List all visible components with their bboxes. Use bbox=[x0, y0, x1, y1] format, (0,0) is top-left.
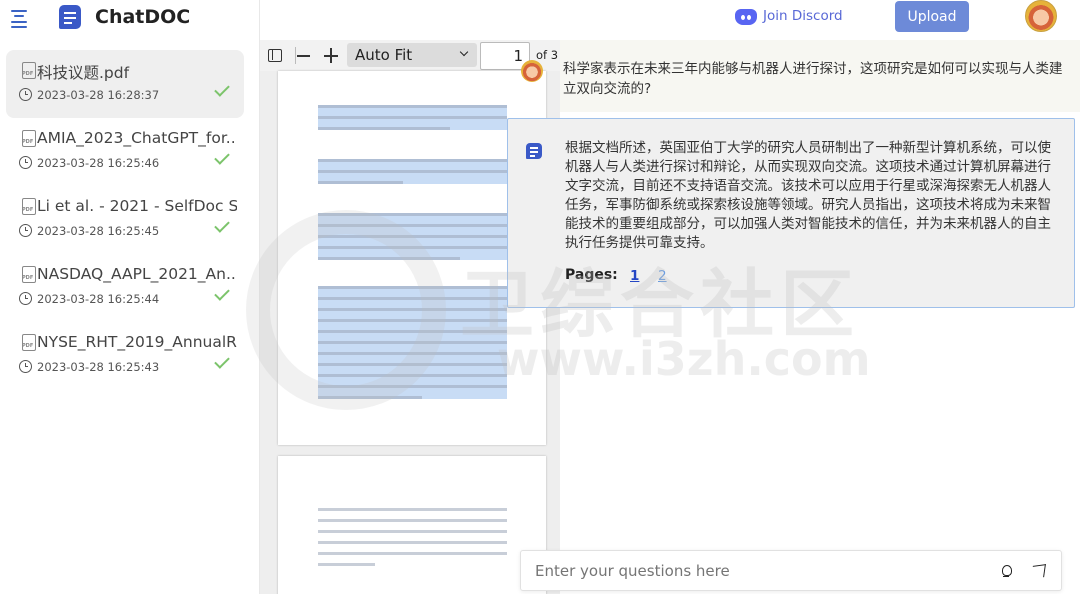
answer-text: 根据文档所述，英国亚伯丁大学的研究人员研制出了一种新型计算机系统，可以使机器人与… bbox=[565, 140, 1051, 251]
lightbulb-icon[interactable] bbox=[997, 562, 1015, 580]
document-item[interactable]: NYSE_RHT_2019_AnnualR... 2023-03-28 16:2… bbox=[6, 322, 244, 390]
pdf-file-icon bbox=[22, 266, 36, 283]
app-root: ChatDOC 科技议题.pdf 2023-03-28 16:28:37 AMI… bbox=[0, 0, 1080, 594]
document-time: 2023-03-28 16:25:43 bbox=[37, 360, 160, 374]
page-paragraph bbox=[318, 508, 507, 566]
check-icon bbox=[214, 217, 230, 233]
document-time: 2023-03-28 16:25:45 bbox=[37, 224, 160, 238]
document-item[interactable]: Li et al. - 2021 - SelfDoc S... 2023-03-… bbox=[6, 186, 244, 254]
zoom-select[interactable]: Auto Fit bbox=[347, 43, 477, 67]
chatdoc-logo-icon bbox=[59, 5, 81, 29]
pdf-file-icon bbox=[22, 62, 36, 79]
question-text: 科学家表示在未来三年内能够与机器人进行探讨，这项研究是如何可以实现与人类建立双向… bbox=[563, 61, 1063, 97]
question-input[interactable] bbox=[535, 559, 975, 583]
sidebar-toggle-icon[interactable] bbox=[268, 49, 282, 62]
send-icon[interactable] bbox=[1030, 562, 1048, 580]
toolbar-divider bbox=[295, 47, 296, 64]
pdf-file-icon bbox=[22, 334, 36, 351]
chevron-down-icon bbox=[459, 47, 469, 57]
highlighted-paragraph bbox=[318, 213, 507, 260]
clock-icon bbox=[19, 88, 32, 101]
pdf-page bbox=[278, 71, 546, 445]
check-icon bbox=[214, 285, 230, 301]
document-time: 2023-03-28 16:28:37 bbox=[37, 88, 160, 102]
highlighted-paragraph bbox=[318, 159, 507, 184]
clock-icon bbox=[19, 360, 32, 373]
pdf-file-icon bbox=[22, 130, 36, 147]
document-time: 2023-03-28 16:25:46 bbox=[37, 156, 160, 170]
document-name: AMIA_2023_ChatGPT_for... bbox=[37, 129, 237, 147]
check-icon bbox=[214, 149, 230, 165]
page-link-1[interactable]: 1 bbox=[630, 268, 639, 284]
pdf-file-icon bbox=[22, 198, 36, 215]
highlighted-paragraph bbox=[318, 286, 507, 399]
page-link-2[interactable]: 2 bbox=[658, 268, 667, 284]
bot-answer: 根据文档所述，英国亚伯丁大学的研究人员研制出了一种新型计算机系统，可以使机器人与… bbox=[507, 118, 1075, 308]
menu-icon[interactable] bbox=[11, 10, 27, 28]
brand-bar: ChatDOC bbox=[0, 0, 260, 40]
user-avatar-small bbox=[521, 60, 543, 82]
check-icon bbox=[214, 81, 230, 97]
document-item[interactable]: AMIA_2023_ChatGPT_for... 2023-03-28 16:2… bbox=[6, 118, 244, 186]
document-name: NASDAQ_AAPL_2021_An... bbox=[37, 265, 237, 283]
highlighted-paragraph bbox=[318, 105, 507, 130]
chat-panel: 科学家表示在未来三年内能够与机器人进行探讨，这项研究是如何可以实现与人类建立双向… bbox=[507, 40, 1080, 594]
question-input-box bbox=[520, 550, 1062, 591]
discord-icon bbox=[735, 9, 757, 25]
document-name: Li et al. - 2021 - SelfDoc S... bbox=[37, 197, 237, 215]
user-question: 科学家表示在未来三年内能够与机器人进行探讨，这项研究是如何可以实现与人类建立双向… bbox=[521, 40, 1080, 112]
document-item[interactable]: NASDAQ_AAPL_2021_An... 2023-03-28 16:25:… bbox=[6, 254, 244, 322]
user-avatar[interactable] bbox=[1025, 0, 1057, 32]
zoom-value: Auto Fit bbox=[355, 46, 413, 64]
document-list: 科技议题.pdf 2023-03-28 16:28:37 AMIA_2023_C… bbox=[6, 50, 244, 390]
document-name: 科技议题.pdf bbox=[37, 64, 130, 82]
zoom-in-icon[interactable] bbox=[324, 48, 338, 63]
document-item[interactable]: 科技议题.pdf 2023-03-28 16:28:37 bbox=[6, 50, 244, 118]
brand-name: ChatDOC bbox=[95, 6, 191, 28]
clock-icon bbox=[19, 292, 32, 305]
chatdoc-bot-icon bbox=[526, 143, 542, 159]
zoom-out-icon[interactable] bbox=[297, 48, 311, 62]
clock-icon bbox=[19, 224, 32, 237]
document-name: NYSE_RHT_2019_AnnualR... bbox=[37, 333, 237, 351]
check-icon bbox=[214, 353, 230, 369]
pdf-toolbar: Auto Fit of 3 bbox=[260, 40, 560, 71]
clock-icon bbox=[19, 156, 32, 169]
pages-label: Pages: bbox=[565, 267, 618, 283]
document-time: 2023-03-28 16:25:44 bbox=[37, 292, 160, 306]
upload-button[interactable]: Upload bbox=[895, 1, 969, 32]
pdf-page bbox=[278, 456, 546, 594]
sidebar: ChatDOC 科技议题.pdf 2023-03-28 16:28:37 AMI… bbox=[0, 0, 260, 594]
page-count: of 3 bbox=[536, 48, 559, 62]
discord-label: Join Discord bbox=[763, 8, 843, 24]
top-header: Join Discord Upload bbox=[260, 0, 1080, 40]
